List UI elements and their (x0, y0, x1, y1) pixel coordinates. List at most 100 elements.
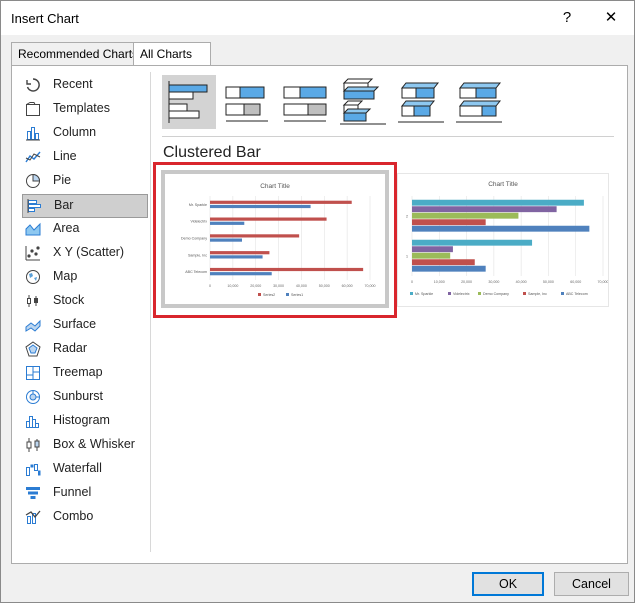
chart-type-pie[interactable]: Pie (22, 170, 148, 192)
legend-swatch (258, 293, 261, 296)
chart-type-histogram[interactable]: Histogram (22, 410, 148, 432)
chart-type-stock[interactable]: Stock (22, 290, 148, 312)
close-button[interactable]: ✕ (596, 5, 626, 31)
column-chart-icon (26, 127, 40, 141)
3d-100-stacked-bar-button[interactable] (452, 75, 506, 129)
x-tick-label: 60,000 (570, 280, 581, 284)
bar (210, 234, 300, 238)
chart-preview-2[interactable]: Chart Title 0 10,000 20,000 30,000 40,000 50,0… (397, 173, 609, 307)
chart-type-treemap[interactable]: Treemap (22, 362, 148, 384)
stacked-bar-button[interactable] (220, 75, 274, 129)
bar (210, 217, 327, 221)
chart-preview-1-plot: Chart Title 0 10,000 20,000 30,000 40,000 50,0… (181, 183, 376, 297)
chart-type-label: Pie (53, 173, 72, 187)
legend-label: Series1 (291, 293, 303, 297)
chart-type-label: Histogram (53, 413, 110, 427)
x-tick-label: 10,000 (434, 280, 445, 284)
x-tick-label: 40,000 (516, 280, 527, 284)
chart-type-label: Radar (53, 341, 88, 355)
legend-label: Mr. Sparkle (415, 292, 433, 296)
x-tick-label: 70,000 (598, 280, 609, 284)
pie-chart-icon (26, 173, 41, 188)
treemap-chart-icon (26, 366, 40, 380)
chart-type-funnel[interactable]: Funnel (22, 482, 148, 504)
chart-type-sunburst[interactable]: Sunburst (22, 386, 148, 408)
chart-type-radar[interactable]: Radar (22, 338, 148, 360)
category-label: Demo Company (181, 237, 207, 241)
bar (210, 238, 242, 242)
3d-100-stacked-bar-icon (456, 82, 502, 123)
bar (210, 251, 270, 255)
all-charts-panel: Recent Templates Column Line Pie Bar Area X Y (… (11, 65, 628, 564)
legend-swatch (448, 292, 451, 295)
funnel-chart-icon (26, 487, 40, 499)
map-chart-icon (26, 270, 40, 284)
subtype-title: Clustered Bar (163, 144, 261, 161)
chart-type-surface[interactable]: Surface (22, 314, 148, 336)
subtype-divider (162, 136, 614, 137)
waterfall-chart-icon (26, 464, 41, 476)
chart-title: Chart Title (260, 183, 290, 190)
bar (412, 225, 590, 232)
help-button[interactable]: ? (552, 5, 582, 31)
x-tick-label: 50,000 (543, 280, 554, 284)
bar (210, 221, 245, 225)
category-label: Videlectrix (190, 220, 207, 224)
tab-all-charts[interactable]: All Charts (133, 42, 211, 67)
divider (150, 72, 151, 552)
chart-type-waterfall[interactable]: Waterfall (22, 458, 148, 480)
chart-type-line[interactable]: Line (22, 146, 148, 168)
chart-type-label: Sunburst (53, 389, 104, 403)
dialog-title: Insert Chart (11, 11, 79, 26)
box-whisker-chart-icon (26, 438, 40, 452)
cancel-button[interactable]: Cancel (554, 572, 629, 596)
chart-type-box-whisker[interactable]: Box & Whisker (22, 434, 148, 456)
chart-type-map[interactable]: Map (22, 266, 148, 288)
clustered-bar-button[interactable] (162, 75, 216, 129)
3d-clustered-bar-icon (340, 78, 386, 125)
legend-label: Sample, Inc (528, 292, 547, 296)
bar (412, 239, 533, 246)
chart-type-combo[interactable]: Combo (22, 506, 148, 528)
chart-type-scatter[interactable]: X Y (Scatter) (22, 242, 148, 264)
chart-type-label: Box & Whisker (53, 437, 135, 451)
chart-type-label: Funnel (53, 485, 92, 499)
x-tick-label: 70,000 (365, 284, 376, 288)
chart-type-recent[interactable]: Recent (22, 74, 148, 96)
sunburst-chart-icon (26, 390, 40, 404)
histogram-chart-icon (26, 416, 39, 428)
3d-stacked-bar-button[interactable] (394, 75, 448, 129)
legend-label: ABC Telecom (566, 292, 588, 296)
x-tick-label: 20,000 (250, 284, 261, 288)
chart-type-column[interactable]: Column (22, 122, 148, 144)
chart-type-label: Treemap (53, 365, 103, 379)
bar (210, 204, 311, 209)
line-chart-icon (25, 151, 41, 163)
area-chart-icon (25, 222, 41, 236)
legend-swatch (478, 292, 481, 295)
chart-type-label: Waterfall (53, 461, 102, 475)
chart-type-label: Line (53, 149, 77, 163)
category-label: 1 (406, 255, 408, 259)
chart-type-bar[interactable]: Bar (22, 194, 148, 218)
bar (412, 219, 486, 226)
chart-preview-1[interactable]: Chart Title 0 10,000 20,000 30,000 40,000 50,0… (153, 162, 397, 318)
x-tick-label: 40,000 (296, 284, 307, 288)
insert-chart-dialog: Insert Chart ? ✕ Recommended Charts All … (0, 0, 635, 603)
legend-label: Demo Company (483, 292, 509, 296)
3d-clustered-bar-button[interactable] (336, 75, 390, 129)
ok-button[interactable]: OK (472, 572, 544, 596)
chart-type-area[interactable]: Area (22, 218, 148, 240)
chart-type-label: Combo (53, 509, 94, 523)
chart-type-templates[interactable]: Templates (22, 98, 148, 120)
legend-swatch (523, 292, 526, 295)
x-tick-label: 20,000 (461, 280, 472, 284)
chart-type-label: X Y (Scatter) (53, 245, 125, 259)
tab-recommended-charts[interactable]: Recommended Charts (11, 42, 142, 66)
legend-swatch (561, 292, 564, 295)
x-tick-label: 10,000 (227, 284, 238, 288)
chart-type-label: Recent (53, 77, 93, 91)
100-stacked-bar-button[interactable] (278, 75, 332, 129)
chart-type-label: Bar (54, 198, 74, 212)
legend-swatch (286, 293, 289, 296)
